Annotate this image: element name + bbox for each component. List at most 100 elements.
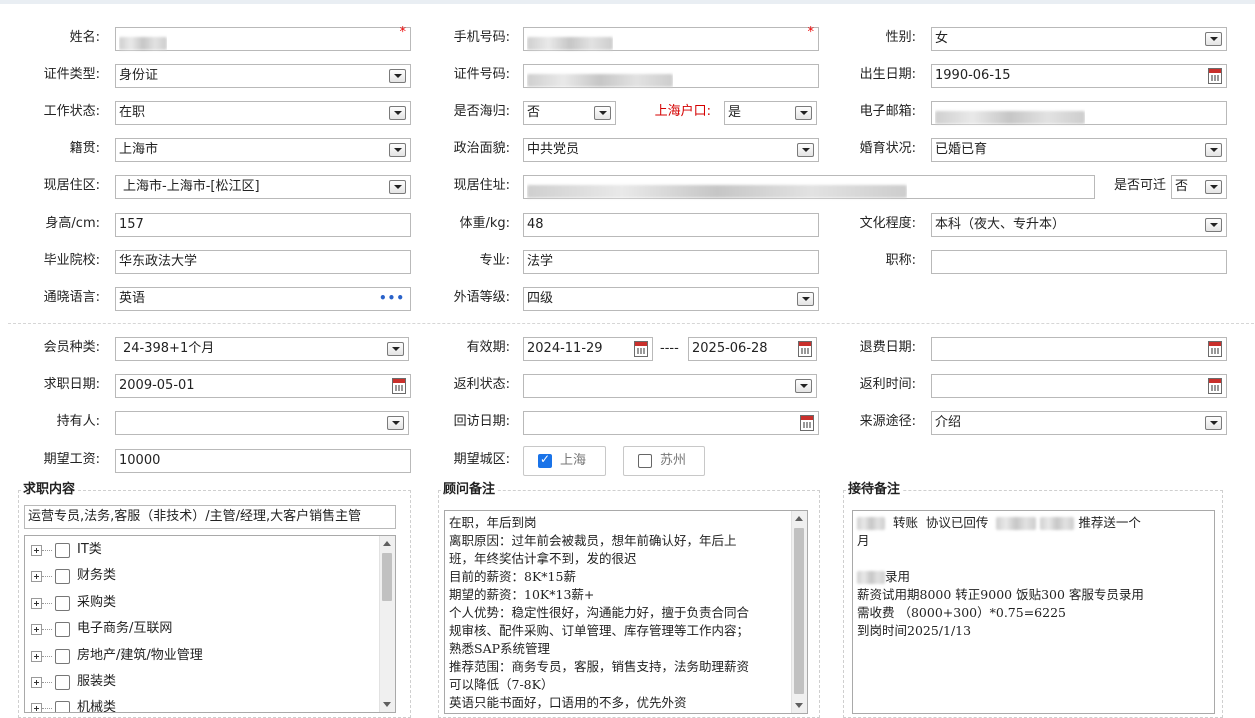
refund-date-field[interactable] — [931, 337, 1227, 361]
workstatus-label: 工作状态: — [43, 104, 100, 119]
residence-select[interactable]: 上海市-上海市-[松江区] — [115, 175, 411, 199]
notes-scrollbar[interactable] — [791, 511, 807, 713]
more-icon[interactable]: ••• — [379, 291, 405, 305]
address-field[interactable] — [523, 175, 1095, 199]
idtype-select[interactable]: 身份证 — [115, 64, 411, 88]
native-select[interactable]: 上海市 — [115, 138, 411, 162]
chevron-down-icon[interactable] — [1205, 218, 1222, 232]
overseas-select[interactable]: 否 — [523, 101, 616, 125]
calendar-icon[interactable] — [800, 415, 814, 431]
email-field[interactable] — [931, 101, 1227, 125]
rebate-time-field[interactable] — [931, 374, 1227, 398]
scroll-thumb[interactable] — [382, 553, 392, 601]
title-field[interactable] — [931, 250, 1227, 274]
advisor-notes-title: 顾问备注 — [441, 481, 498, 499]
chevron-down-icon[interactable] — [1205, 143, 1222, 157]
expand-icon[interactable] — [31, 624, 42, 635]
language-field[interactable]: 英语 ••• — [115, 287, 411, 311]
native-label: 籍贯: — [69, 141, 100, 156]
chevron-down-icon[interactable] — [389, 69, 406, 83]
calendar-icon[interactable] — [798, 341, 812, 357]
workstatus-select[interactable]: 在职 — [115, 101, 411, 125]
chevron-down-icon[interactable] — [387, 416, 404, 430]
chevron-down-icon[interactable] — [389, 143, 406, 157]
expand-icon[interactable] — [31, 598, 42, 609]
chevron-down-icon[interactable] — [387, 342, 404, 356]
marital-select[interactable]: 已婚已育 — [931, 138, 1227, 162]
checkbox-icon[interactable] — [55, 569, 70, 584]
tree-scrollbar[interactable] — [379, 536, 395, 712]
holder-select[interactable] — [115, 411, 409, 435]
chevron-down-icon[interactable] — [797, 292, 814, 306]
chevron-down-icon[interactable] — [795, 106, 812, 120]
job-category-tree[interactable]: IT类 财务类 采购类 电子商务/互联网 房地产/建筑/物业管理 服装类 机械类 — [24, 535, 396, 713]
chevron-down-icon[interactable] — [795, 379, 812, 393]
job-content-summary[interactable]: 运营专员,法务,客服（非技术）/主管/经理,大客户销售主管 — [24, 505, 396, 529]
scroll-down-icon[interactable] — [795, 703, 803, 708]
checkbox-icon[interactable] — [55, 543, 70, 558]
city-option-suzhou[interactable]: 苏州 — [623, 446, 705, 476]
scroll-up-icon[interactable] — [383, 541, 391, 546]
checkbox-icon[interactable] — [55, 596, 70, 611]
calendar-icon[interactable] — [392, 378, 406, 394]
chevron-down-icon[interactable] — [797, 143, 814, 157]
checkbox-checked-icon[interactable] — [538, 452, 552, 468]
visit-date-field[interactable] — [523, 411, 819, 435]
chevron-down-icon[interactable] — [1205, 32, 1222, 46]
calendar-icon[interactable] — [1208, 341, 1222, 357]
scroll-up-icon[interactable] — [795, 516, 803, 521]
calendar-icon[interactable] — [634, 341, 648, 357]
height-field[interactable]: 157 — [115, 213, 411, 237]
idnum-field[interactable] — [523, 64, 819, 88]
name-label: 姓名: — [69, 30, 100, 45]
advisor-notes-textarea[interactable]: 在职，年后到岗 离职原因：过年前会被裁员，想年前确认好，年后上 班，年终奖估计拿不到… — [444, 510, 808, 714]
expand-icon[interactable] — [31, 545, 42, 556]
calendar-icon[interactable] — [1208, 68, 1222, 84]
required-mark: * — [807, 25, 815, 40]
relocate-select[interactable]: 否 — [1171, 175, 1227, 199]
langlevel-select[interactable]: 四级 — [523, 287, 819, 311]
phone-field[interactable]: * — [523, 25, 819, 51]
rebate-status-select[interactable] — [523, 374, 817, 398]
school-field[interactable]: 华东政法大学 — [115, 250, 411, 274]
checkbox-icon[interactable] — [55, 649, 70, 664]
checkbox-icon[interactable] — [55, 622, 70, 637]
expand-icon[interactable] — [31, 571, 42, 582]
relocate-label: 是否可迁 — [1113, 178, 1166, 193]
scroll-thumb[interactable] — [794, 528, 804, 694]
hukou-select[interactable]: 是 — [724, 101, 817, 125]
weight-field[interactable]: 48 — [523, 213, 819, 237]
source-label: 来源途径: — [859, 414, 916, 429]
calendar-icon[interactable] — [1208, 378, 1222, 394]
checkbox-icon[interactable] — [55, 701, 70, 712]
chevron-down-icon[interactable] — [1205, 416, 1222, 430]
reception-notes-textarea[interactable]: 转账 协议已回传 推荐送一个月 录用 薪资试用期8000 转正9000 饭贴300… — [852, 510, 1215, 714]
member-type-select[interactable]: 24-398+1个月 — [115, 337, 409, 361]
checkbox-icon[interactable] — [55, 675, 70, 690]
expand-icon[interactable] — [31, 703, 42, 712]
valid-from-field[interactable]: 2024-11-29 — [523, 337, 653, 361]
education-label: 文化程度: — [859, 216, 916, 231]
overseas-label: 是否海归: — [453, 104, 510, 119]
expand-icon[interactable] — [31, 677, 42, 688]
expand-icon[interactable] — [31, 651, 42, 662]
chevron-down-icon[interactable] — [389, 180, 406, 194]
job-content-title: 求职内容 — [21, 481, 78, 499]
major-field[interactable]: 法学 — [523, 250, 819, 274]
political-select[interactable]: 中共党员 — [523, 138, 819, 162]
chevron-down-icon[interactable] — [594, 106, 611, 120]
city-option-shanghai[interactable]: 上海 — [523, 446, 606, 476]
checkbox-icon[interactable] — [638, 454, 652, 468]
source-select[interactable]: 介绍 — [931, 411, 1227, 435]
chevron-down-icon[interactable] — [1205, 180, 1222, 194]
salary-field[interactable]: 10000 — [115, 449, 411, 473]
email-label: 电子邮箱: — [859, 104, 916, 119]
gender-select[interactable]: 女 — [931, 27, 1227, 51]
chevron-down-icon[interactable] — [389, 106, 406, 120]
valid-to-field[interactable]: 2025-06-28 — [688, 337, 817, 361]
jobdate-field[interactable]: 2009-05-01 — [115, 374, 411, 398]
name-field[interactable]: * — [115, 25, 411, 51]
scroll-down-icon[interactable] — [383, 702, 391, 707]
education-select[interactable]: 本科（夜大、专升本） — [931, 213, 1227, 237]
birth-date-field[interactable]: 1990-06-15 — [931, 64, 1227, 88]
